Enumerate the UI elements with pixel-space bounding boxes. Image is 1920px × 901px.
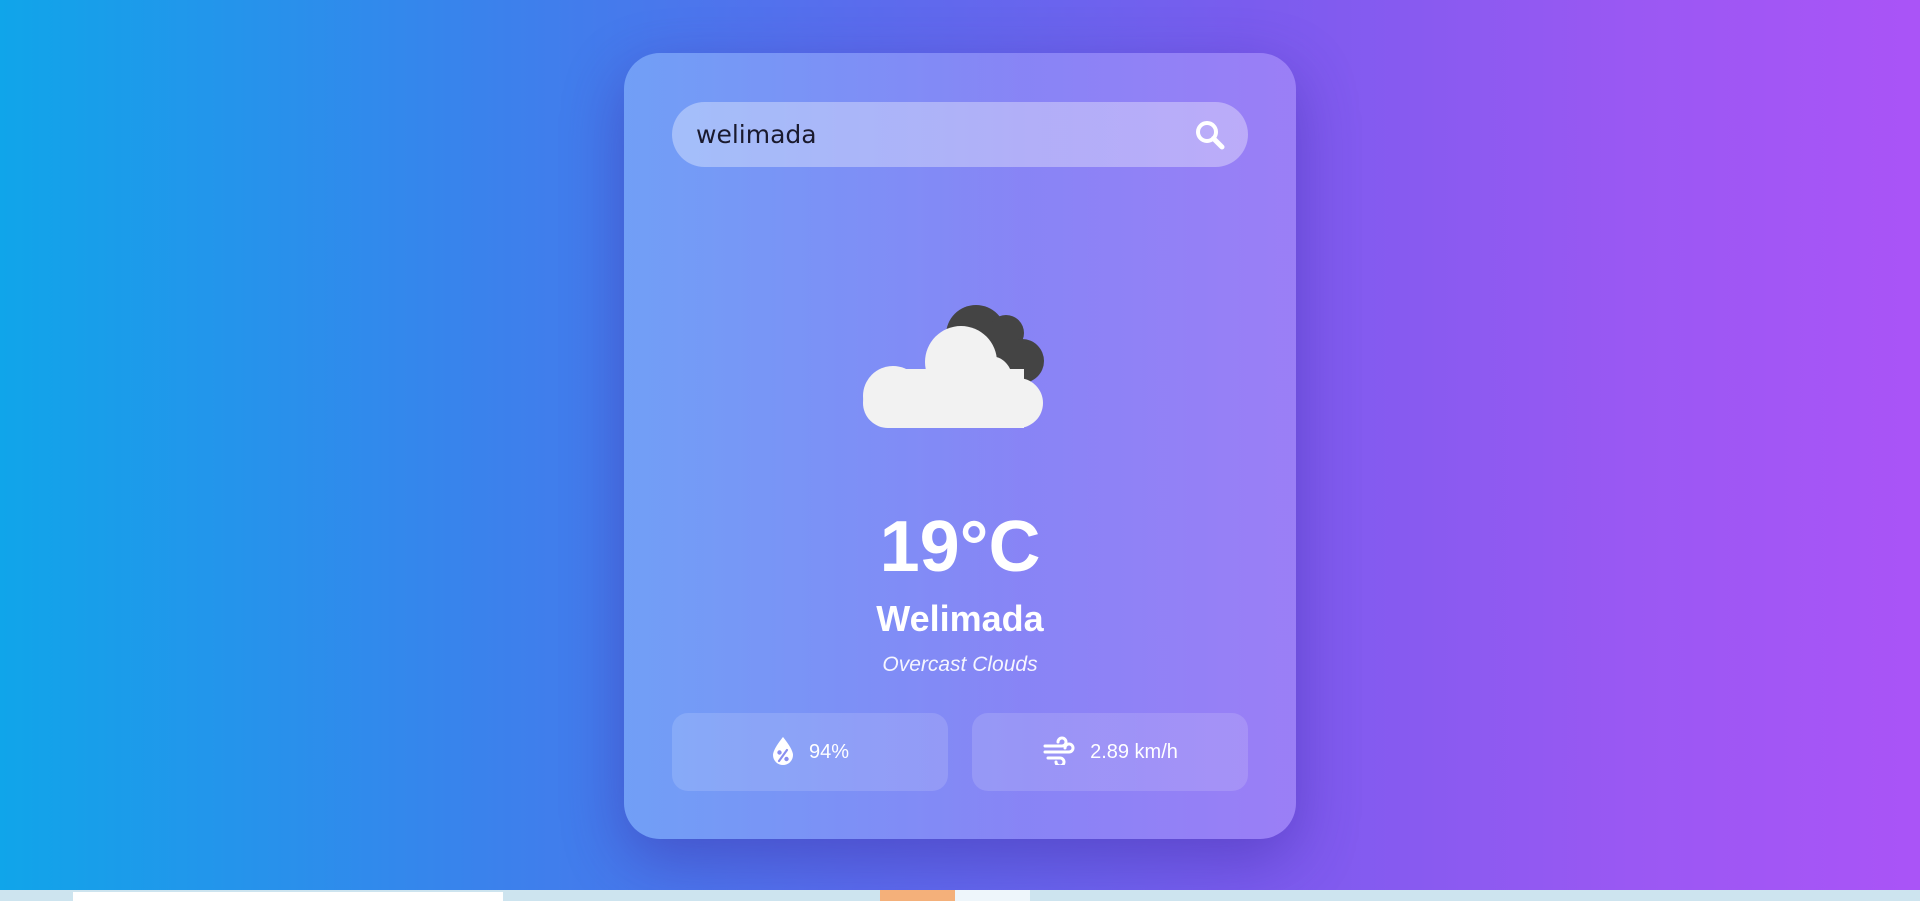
overcast-clouds-icon [854, 283, 1074, 433]
search-icon[interactable] [1194, 119, 1226, 151]
taskbar [0, 890, 1920, 901]
humidity-icon [771, 735, 795, 769]
wind-stat: 2.89 km/h [972, 713, 1248, 791]
temperature: 19°C [879, 507, 1041, 587]
humidity-value: 94% [808, 740, 850, 763]
humidity-stat: 94% [672, 713, 948, 791]
wind-icon [1042, 735, 1076, 769]
city-name: Welimada [876, 598, 1044, 639]
wind-value: 2.89 km/h [1090, 740, 1178, 763]
weather-card: welimada 19°C Welimada Overcast Clouds 9… [624, 53, 1296, 839]
taskbar-app-icon[interactable] [880, 890, 955, 901]
search-input[interactable]: welimada [696, 102, 817, 167]
weather-description: Overcast Clouds [882, 653, 1038, 676]
taskbar-search[interactable] [73, 892, 503, 901]
taskbar-app-icon[interactable] [955, 890, 1030, 901]
search-bar[interactable]: welimada [672, 102, 1248, 167]
